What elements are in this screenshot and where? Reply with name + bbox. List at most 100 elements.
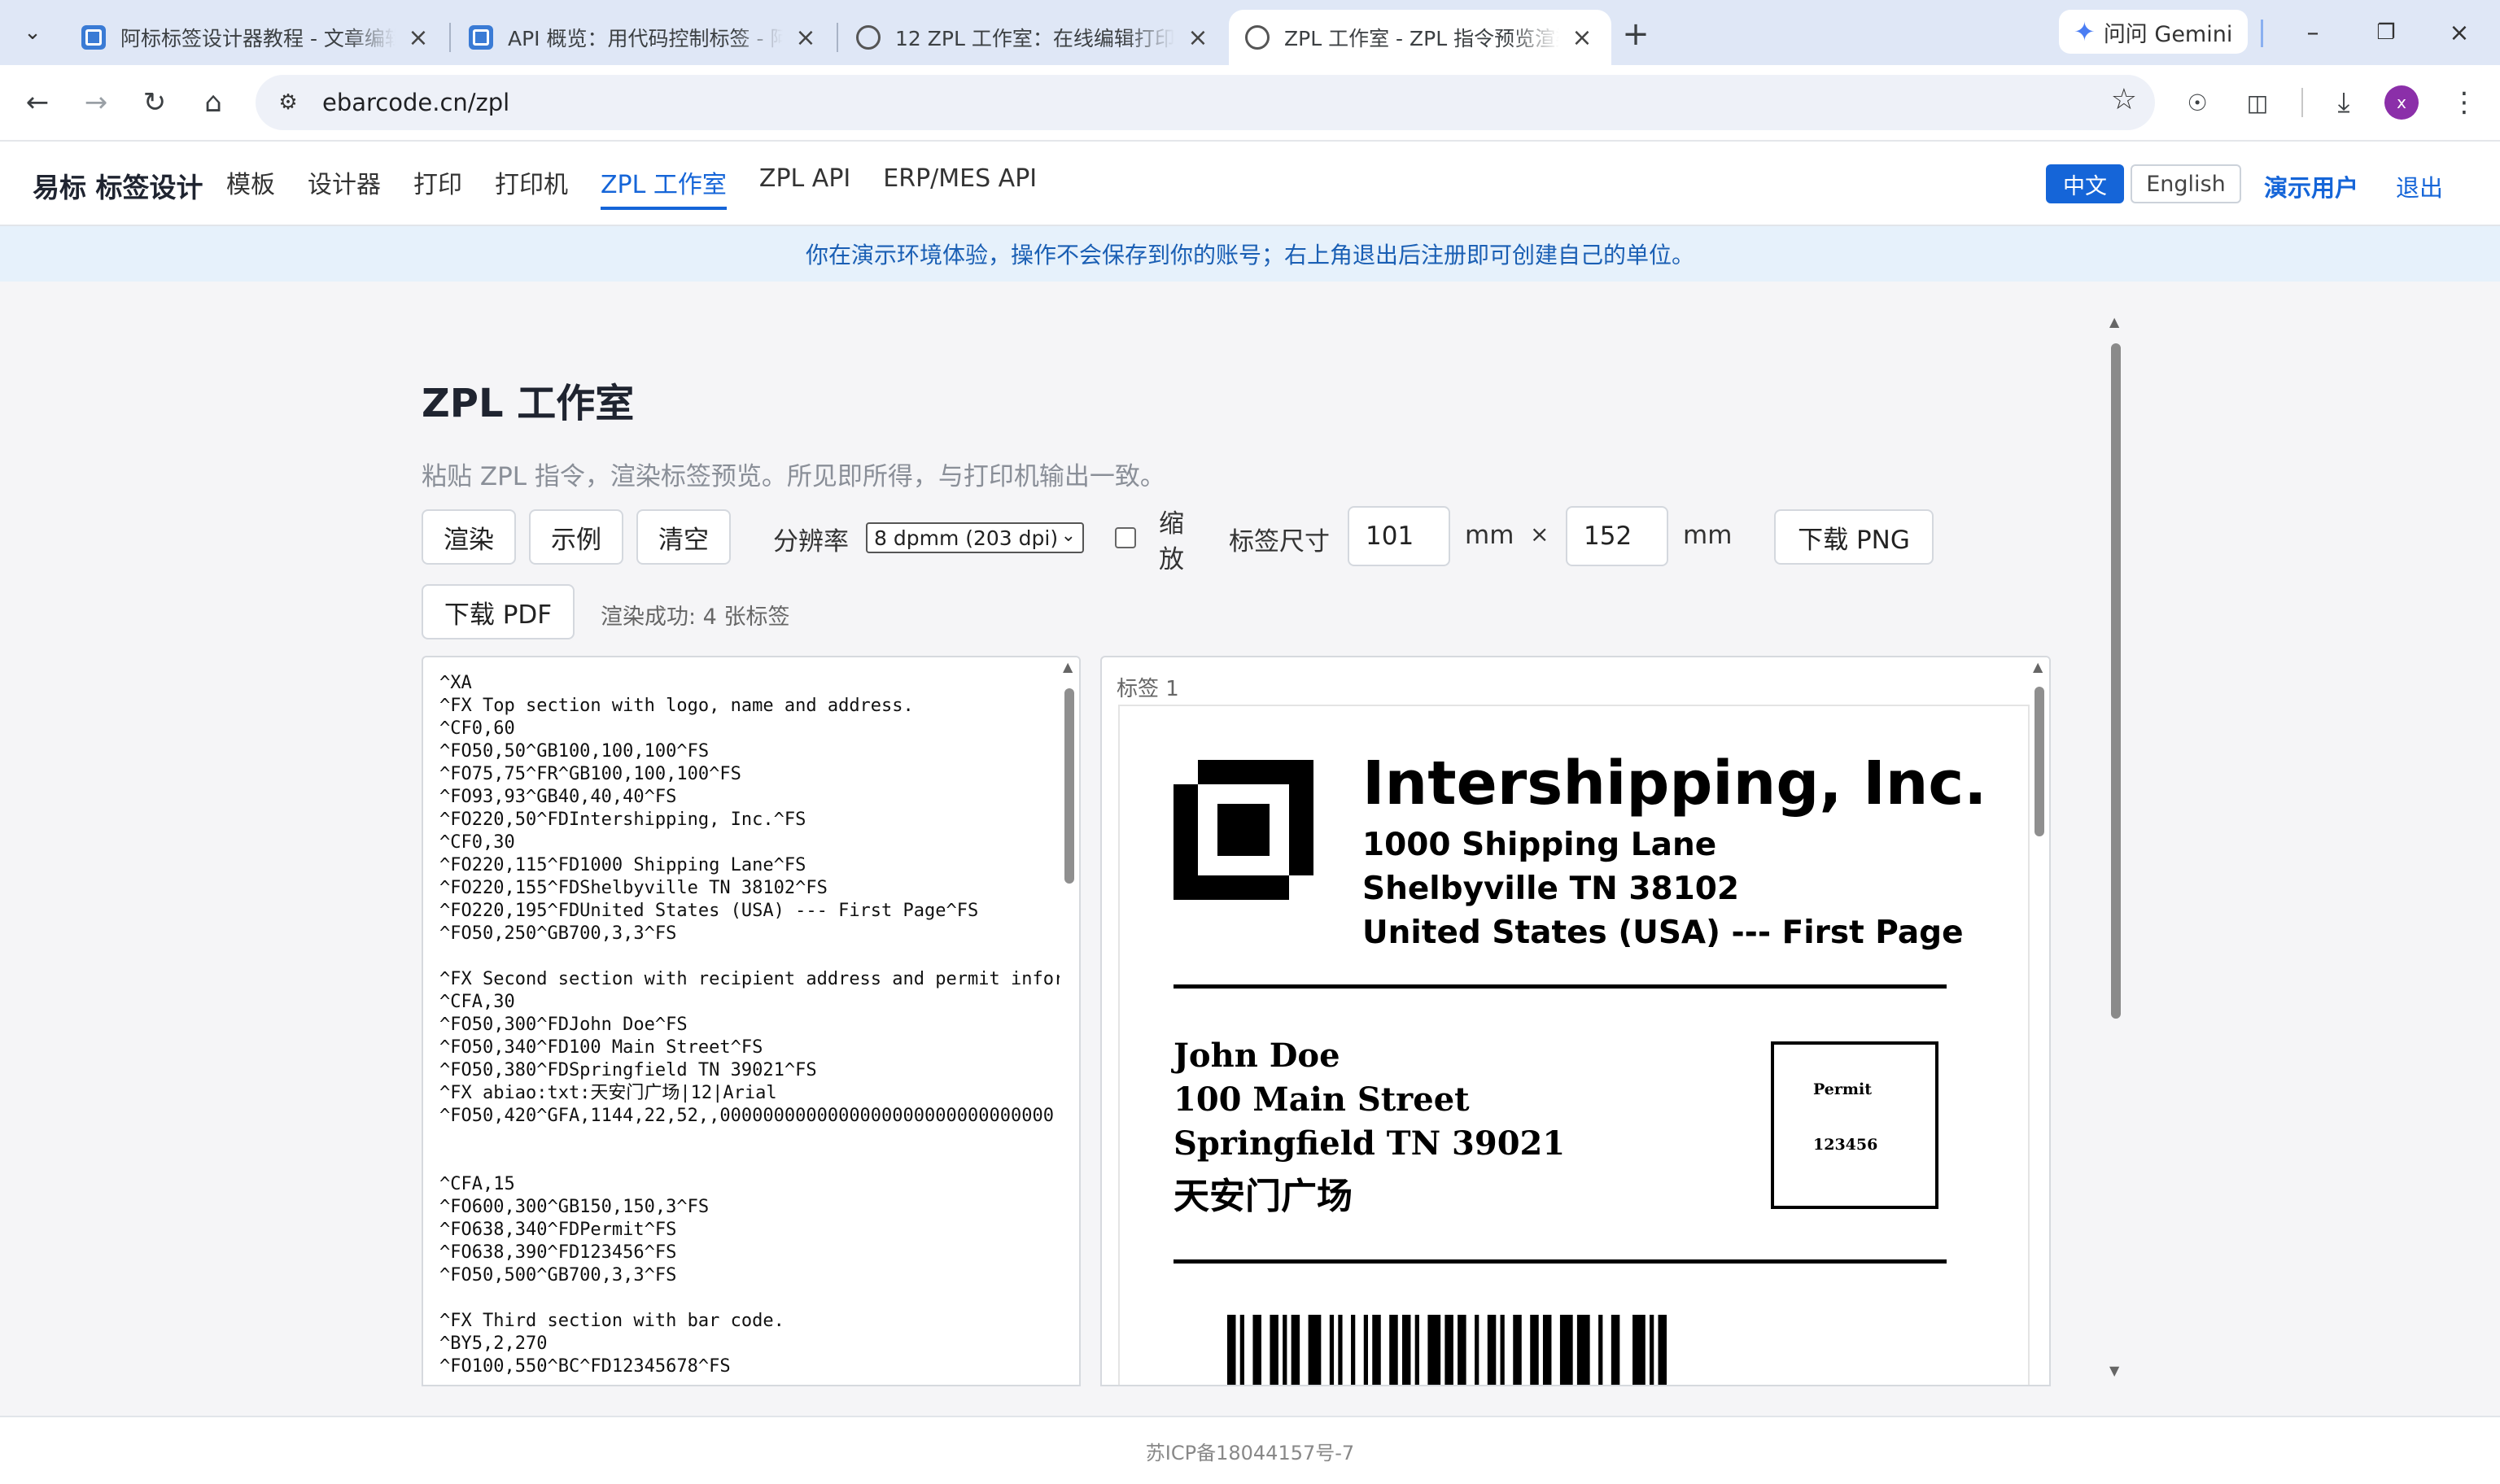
scroll-up-icon[interactable]: ▲ xyxy=(1063,659,1073,674)
zpl-editor[interactable]: ^XA ^FX Top section with logo, name and … xyxy=(422,656,1081,1386)
browser-tab-active[interactable]: ZPL 工作室 - ZPL 指令预览渲染 × xyxy=(1229,10,1611,65)
barcode-bar xyxy=(1270,1315,1278,1385)
language-chinese-button[interactable]: 中文 xyxy=(2046,164,2124,203)
site-info-icon[interactable]: ⚙ xyxy=(269,83,308,122)
address-line: United States (USA) --- First Page xyxy=(1362,914,1964,951)
profile-avatar[interactable]: x xyxy=(2384,85,2419,120)
barcode-bar xyxy=(1338,1315,1343,1385)
close-icon[interactable]: × xyxy=(793,24,819,52)
nav-zpl-studio[interactable]: ZPL 工作室 xyxy=(601,164,727,210)
browser-toolbar: ← → ↻ ⌂ ⚙ ebarcode.cn/zpl ☆ ☉ ◫ ⤓ x ⋮ xyxy=(0,65,2500,140)
close-icon[interactable]: × xyxy=(405,24,431,52)
preview-scrollbar[interactable]: ▲ xyxy=(2030,657,2049,1385)
barcode-bar xyxy=(1372,1315,1381,1385)
clear-button[interactable]: 清空 xyxy=(636,509,731,565)
barcode-bar xyxy=(1487,1315,1497,1385)
close-icon[interactable]: × xyxy=(1569,24,1595,52)
restore-button[interactable]: ❐ xyxy=(2360,10,2412,55)
new-tab-button[interactable]: + xyxy=(1616,15,1655,54)
site-header: 易标 标签设计 模板 设计器 打印 打印机 ZPL 工作室 ZPL API ER… xyxy=(0,140,2500,226)
company-logo xyxy=(1174,760,1313,900)
nav-designer[interactable]: 设计器 xyxy=(308,164,381,210)
divider-line xyxy=(1174,984,1947,989)
preview-scroll-thumb[interactable] xyxy=(2035,687,2044,836)
logout-link[interactable]: 退出 xyxy=(2396,169,2443,203)
extensions-puzzle-icon[interactable]: ◫ xyxy=(2238,83,2277,122)
times-sign: × xyxy=(1530,521,1549,548)
resolution-value: 8 dpmm (203 dpi) xyxy=(874,526,1059,550)
recipient-chinese-address: 天安门广场 xyxy=(1174,1176,1353,1217)
resolution-label: 分辨率 xyxy=(773,527,849,556)
page-scroll-thumb[interactable] xyxy=(2111,343,2121,1019)
plus-icon: + xyxy=(1622,15,1650,53)
close-icon[interactable]: × xyxy=(1185,24,1211,52)
zpl-code[interactable]: ^XA ^FX Top section with logo, name and … xyxy=(439,672,1064,1378)
editor-scrollbar[interactable]: ▲ xyxy=(1060,657,1079,1385)
more-menu-icon[interactable]: ⋮ xyxy=(2445,83,2484,122)
label-size-label: 标签尺寸 xyxy=(1229,527,1330,556)
permit-box xyxy=(1771,1041,1938,1209)
home-icon: ⌂ xyxy=(204,86,222,119)
barcode-bar xyxy=(1475,1315,1479,1385)
nav-erp-mes-api[interactable]: ERP/MES API xyxy=(883,164,1037,210)
nav-print[interactable]: 打印 xyxy=(413,164,462,210)
main-nav: 模板 设计器 打印 打印机 ZPL 工作室 ZPL API ERP/MES AP… xyxy=(226,164,1069,210)
back-button[interactable]: ← xyxy=(18,83,57,122)
gemini-button[interactable]: ✦ 问问 Gemini xyxy=(2059,10,2248,54)
chevron-down-icon: ⌄ xyxy=(24,20,42,45)
barcode-bar xyxy=(1227,1315,1236,1385)
barcode-bar xyxy=(1632,1315,1646,1385)
site-brand[interactable]: 易标 标签设计 xyxy=(33,166,203,205)
bookmark-star-icon[interactable]: ☆ xyxy=(2111,83,2137,116)
page-scrollbar[interactable]: ▲ ▼ xyxy=(2106,314,2126,1378)
scroll-up-icon[interactable]: ▲ xyxy=(2109,314,2119,330)
label-canvas: Intershipping, Inc. 1000 Shipping Lane S… xyxy=(1118,705,2030,1385)
language-english-button[interactable]: English xyxy=(2131,164,2241,203)
resolution-select[interactable]: 8 dpmm (203 dpi) ⌄ xyxy=(866,522,1084,553)
address-bar[interactable]: ⚙ ebarcode.cn/zpl ☆ xyxy=(256,75,2155,130)
editor-scroll-thumb[interactable] xyxy=(1064,688,1074,884)
browser-tab[interactable]: 12 ZPL 工作室：在线编辑打印 × xyxy=(840,10,1227,65)
label-width-input[interactable]: 101 xyxy=(1348,506,1450,566)
barcode-bar xyxy=(1500,1315,1505,1385)
label-height-input[interactable]: 152 xyxy=(1566,506,1668,566)
back-arrow-icon: ← xyxy=(25,86,50,119)
forward-button[interactable]: → xyxy=(76,83,116,122)
permit-label: Permit xyxy=(1813,1080,1872,1098)
close-window-button[interactable]: × xyxy=(2433,10,2485,55)
nav-printers[interactable]: 打印机 xyxy=(495,164,568,210)
download-icon[interactable]: ⤓ xyxy=(2324,83,2363,122)
nav-zpl-api[interactable]: ZPL API xyxy=(759,164,850,210)
barcode-bar xyxy=(1389,1315,1398,1385)
nav-templates[interactable]: 模板 xyxy=(226,164,275,210)
tab-separator xyxy=(449,23,451,52)
extension-icon[interactable]: ☉ xyxy=(2178,83,2217,122)
browser-tab[interactable]: 阿标标签设计器教程 - 文章编辑 × xyxy=(65,10,448,65)
tab-title: API 概览：用代码控制标签 - 阿 xyxy=(508,27,783,50)
scroll-down-icon[interactable]: ▼ xyxy=(2109,1363,2119,1378)
scale-checkbox[interactable] xyxy=(1115,527,1136,548)
minimize-button[interactable]: – xyxy=(2287,10,2339,55)
scroll-up-icon[interactable]: ▲ xyxy=(2033,659,2043,674)
tab-title: 阿标标签设计器教程 - 文章编辑 xyxy=(120,27,396,50)
home-button[interactable]: ⌂ xyxy=(194,83,233,122)
barcode-bar xyxy=(1598,1315,1603,1385)
browser-tab[interactable]: API 概览：用代码控制标签 - 阿 × xyxy=(452,10,835,65)
browser-tab-strip: ⌄ 阿标标签设计器教程 - 文章编辑 × API 概览：用代码控制标签 - 阿 … xyxy=(0,0,2500,65)
app-icon xyxy=(81,25,106,50)
barcode-bar xyxy=(1458,1315,1466,1385)
download-pdf-button[interactable]: 下载 PDF xyxy=(422,584,575,639)
demo-user-link[interactable]: 演示用户 xyxy=(2264,169,2358,203)
toolbar-separator xyxy=(2301,88,2303,117)
tab-search-button[interactable]: ⌄ xyxy=(11,11,54,54)
reload-button[interactable]: ↻ xyxy=(135,83,174,122)
example-button[interactable]: 示例 xyxy=(529,509,623,565)
download-png-button[interactable]: 下载 PNG xyxy=(1774,509,1934,565)
tab-title: 12 ZPL 工作室：在线编辑打印 xyxy=(895,27,1175,50)
gemini-sparkle-icon: ✦ xyxy=(2074,16,2096,47)
page-subtitle: 粘贴 ZPL 指令，渲染标签预览。所见即所得，与打印机输出一致。 xyxy=(422,462,1165,491)
width-unit: mm xyxy=(1465,521,1514,550)
render-button[interactable]: 渲染 xyxy=(422,509,516,565)
permit-number: 123456 xyxy=(1813,1136,1878,1154)
barcode-bar xyxy=(1650,1315,1654,1385)
